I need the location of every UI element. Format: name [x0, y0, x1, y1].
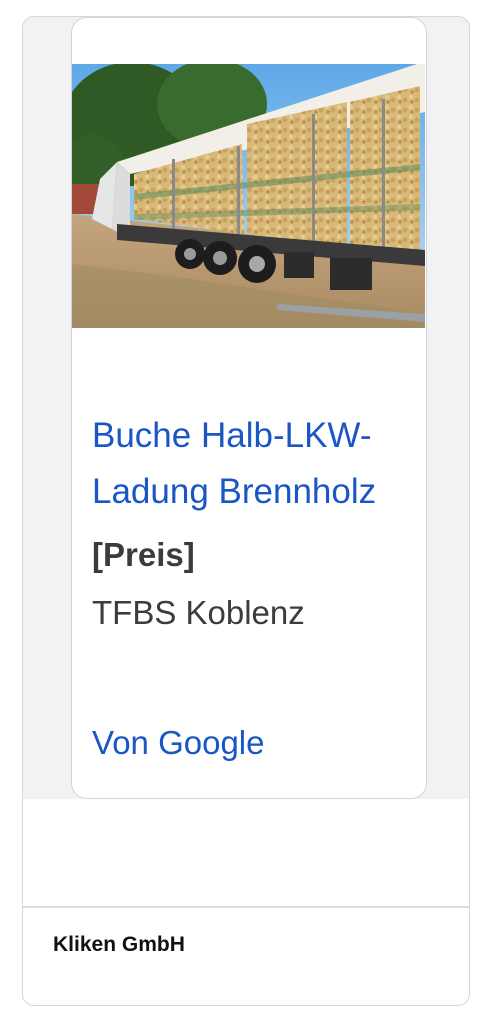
truck-with-firewood-photo	[72, 64, 425, 328]
product-price: [Preis]	[92, 536, 195, 573]
divider	[23, 906, 469, 908]
advertiser-name: Kliken GmbH	[53, 933, 185, 956]
by-google-link[interactable]: Von Google	[92, 718, 264, 768]
product-image[interactable]	[72, 64, 425, 328]
ad-unit-frame: Buche Halb-LKW-Ladung Brennholz [Preis] …	[22, 16, 470, 1006]
product-title-link[interactable]: Buche Halb-LKW-Ladung Brennholz	[92, 408, 412, 520]
product-card[interactable]: Buche Halb-LKW-Ladung Brennholz [Preis] …	[71, 17, 427, 799]
product-seller: TFBS Koblenz	[92, 594, 305, 631]
